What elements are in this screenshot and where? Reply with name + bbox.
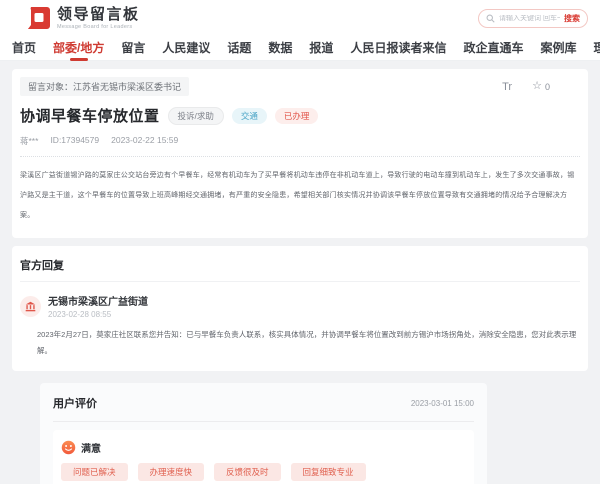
font-size-toggle-icon[interactable]: Tr [502,81,512,93]
nav-item-data[interactable]: 数据 [268,36,292,61]
favorite-count: 0 [544,81,550,92]
nav-item-messages[interactable]: 留言 [121,36,145,61]
message-target-link[interactable]: 留言对象：江苏省无锡市梁溪区委书记 [20,77,190,96]
message-author: 蒋*** [20,136,39,146]
logo-subtitle: Message Board for Leaders [57,23,133,30]
rating-label: 满意 [81,444,101,455]
divider [20,156,580,157]
eval-tag-fast: 办理速度快 [137,463,205,481]
user-evaluation-panel: 用户评价 2023-03-01 15:00 满意 问题已解决 办理速度快 反馈很… [40,383,487,484]
main-nav: 首页 部委/地方 留言 人民建议 话题 数据 报道 人民日报读者来信 政企直通车… [0,36,600,61]
eval-tag-professional: 回复细致专业 [290,463,366,481]
evaluation-card: 满意 问题已解决 办理速度快 反馈很及时 回复细致专业 满意 特别感谢✦ 满意 [53,430,474,484]
search-icon [486,14,495,23]
nav-item-ministries-local[interactable]: 部委/地方 [53,36,104,61]
evaluation-title: 用户评价 [53,398,97,410]
message-board-logo-icon [28,7,50,29]
message-time: 2023-02-22 15:59 [111,135,179,145]
top-bar: 领导留言板 Message Board for Leaders 搜索 [0,0,600,36]
satisfied-smiley-icon [61,440,76,455]
nav-item-theory[interactable]: 理论 [593,36,600,61]
nav-item-topics[interactable]: 话题 [227,36,251,61]
message-card: 留言对象：江苏省无锡市梁溪区委书记 Tr ☆ 0 协调早餐车停放位置 投诉/求助… [12,69,588,238]
reply-org-name: 无锡市梁溪区广益街道 [48,297,148,308]
nav-item-cases[interactable]: 案例库 [540,36,576,61]
nav-item-home[interactable]: 首页 [12,36,36,61]
main-content: 留言对象：江苏省无锡市梁溪区委书记 Tr ☆ 0 协调早餐车停放位置 投诉/求助… [0,69,600,484]
divider [53,421,474,422]
favorite-button[interactable]: ☆ 0 [532,81,550,92]
message-meta: 蒋*** ID:17394579 2023-02-22 15:59 [20,135,580,147]
nav-item-reports[interactable]: 报道 [309,36,333,61]
search-button[interactable]: 搜索 [564,13,580,24]
reply-body: 2023年2月27日，莫家庄社区联系您并告知：已与早餐车负责人联系，核实具体情况… [37,330,577,355]
logo-title: 领导留言板 [57,5,140,23]
message-id: ID:17394579 [50,135,100,145]
nav-item-suggestions[interactable]: 人民建议 [162,36,210,61]
government-building-icon [20,295,41,317]
nav-item-reader-letters[interactable]: 人民日报读者来信 [350,36,446,61]
search-input[interactable] [499,14,560,22]
reply-time: 2023-02-28 08:55 [48,310,112,319]
site-logo[interactable]: 领导留言板 Message Board for Leaders [26,5,140,31]
evaluation-time: 2023-03-01 15:00 [410,398,474,408]
tag-domain: 交通 [231,107,267,124]
evaluation-tags: 问题已解决 办理速度快 反馈很及时 回复细致专业 [61,463,466,481]
eval-tag-resolved: 问题已解决 [61,463,128,481]
logo-text: 领导留言板 Message Board for Leaders [57,7,140,30]
official-reply-title: 官方回复 [20,254,580,282]
eval-tag-timely: 反馈很及时 [214,463,281,481]
search-box[interactable]: 搜索 [478,8,588,28]
official-reply-card: 官方回复 无锡市梁溪区广益街道 2023-02-28 08:55 2023年2月… [12,246,588,371]
message-body: 梁溪区广益街道锡沪路的莫家庄公交站台旁边有个早餐车，经常有机动车为了买早餐将机动… [20,172,575,219]
nav-item-gov-enterprise[interactable]: 政企直通车 [463,36,523,61]
tag-status: 已办理 [274,107,319,124]
page: 领导留言板 Message Board for Leaders 搜索 首页 部委… [0,0,600,484]
tag-category: 投诉/求助 [167,106,224,125]
message-title: 协调早餐车停放位置 [20,108,160,125]
star-icon: ☆ [532,80,542,92]
